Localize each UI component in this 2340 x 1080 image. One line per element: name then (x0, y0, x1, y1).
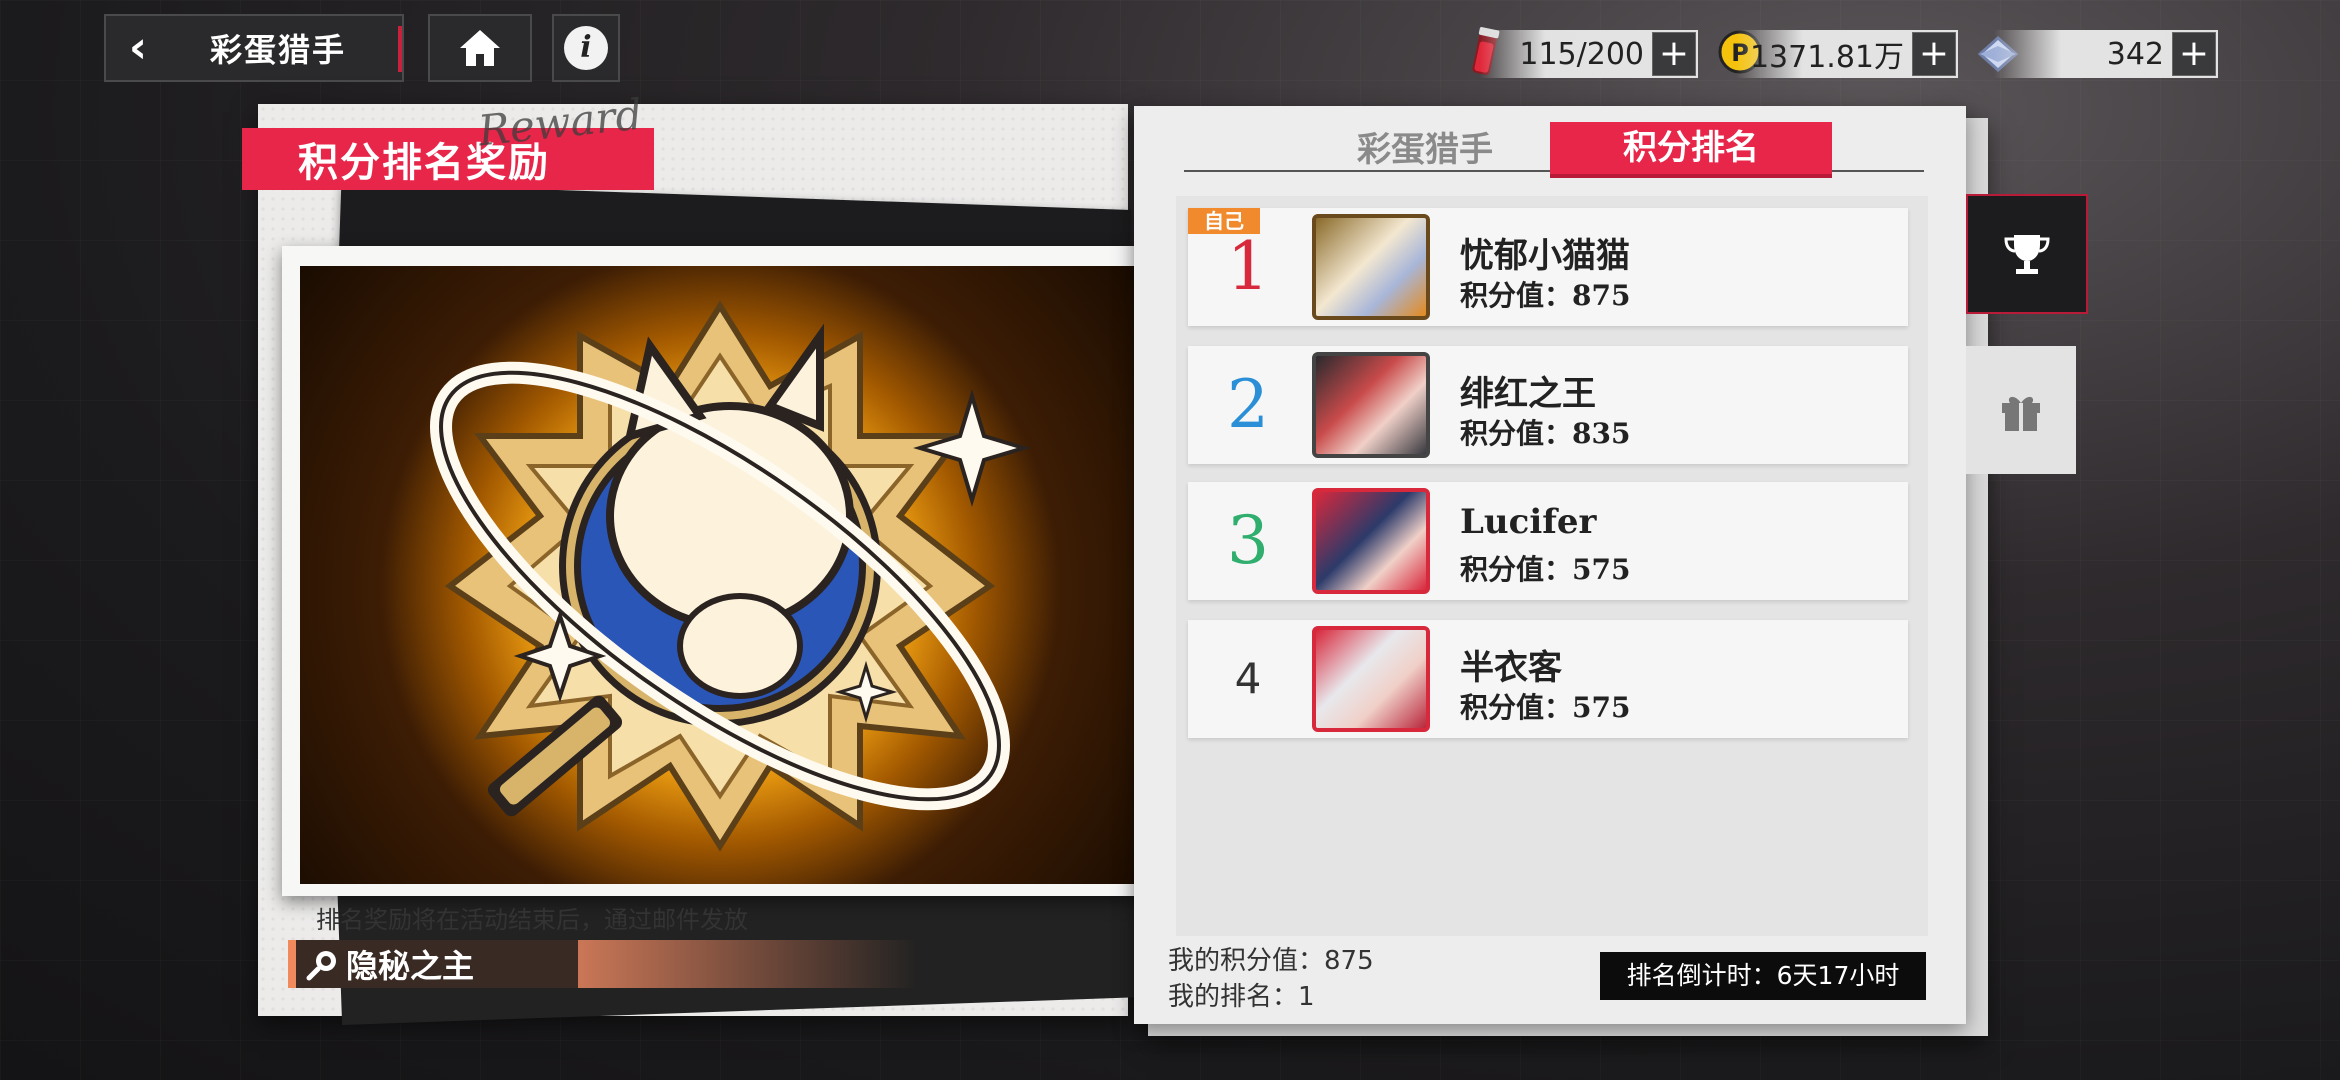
add-stamina-button[interactable]: + (1652, 32, 1696, 76)
coins-bar: 1371.81万 + (1736, 30, 1958, 78)
home-button[interactable] (428, 14, 532, 82)
rank-number: 1 (1227, 228, 1269, 305)
my-rank: 我的排名：1 (1168, 982, 1315, 1012)
side-tab-ranking[interactable] (1966, 194, 2088, 314)
add-gems-button[interactable]: + (2172, 32, 2216, 76)
chevron-left-icon: ‹ (128, 22, 148, 73)
avatar (1312, 352, 1430, 458)
player-name: 忧郁小猫猫 (1460, 236, 1630, 276)
gems-bar: 342 + (1994, 30, 2218, 78)
player-name: 半衣客 (1460, 648, 1562, 688)
gift-icon (2002, 396, 2040, 431)
reward-name-tag[interactable]: 隐秘之主 (288, 940, 918, 988)
info-icon: i (564, 26, 608, 70)
page-title: 彩蛋猎手 (210, 31, 347, 69)
add-coins-button[interactable]: + (1912, 32, 1956, 76)
gems-value: 342 (2106, 36, 2164, 72)
title-accent (398, 26, 402, 72)
coins-value: 1371.81万 (1749, 40, 1904, 75)
avatar (1312, 626, 1430, 732)
tab-score-ranking[interactable]: 积分排名 (1550, 122, 1832, 174)
side-tab-rewards[interactable] (1966, 346, 2076, 474)
player-score: 积分值：575 (1460, 553, 1631, 586)
reward-badge-image (300, 266, 1140, 884)
ranking-row[interactable]: 4 半衣客 积分值：575 (1188, 620, 1908, 738)
ranking-countdown: 排名倒计时：6天17小时 (1600, 952, 1926, 1000)
ranking-row[interactable]: 自己 1 忧郁小猫猫 积分值：875 (1188, 208, 1908, 326)
player-name: Lucifer (1460, 502, 1597, 542)
avatar (1312, 488, 1430, 594)
rank-number: 4 (1234, 654, 1262, 703)
magnifier-badge-icon (430, 300, 1031, 852)
rank-number: 3 (1227, 502, 1269, 579)
tab-egg-hunter[interactable]: 彩蛋猎手 (1340, 124, 1510, 176)
stamina-bar: 115/200 + (1480, 30, 1698, 78)
ranking-row[interactable]: 2 绯红之王 积分值：835 (1188, 346, 1908, 464)
avatar (1312, 214, 1430, 320)
player-score: 积分值：575 (1460, 691, 1631, 724)
my-score: 我的积分值：875 (1168, 946, 1374, 976)
info-button[interactable]: i (552, 14, 620, 82)
search-icon (306, 951, 336, 981)
reward-name: 隐秘之主 (346, 947, 475, 985)
reward-note: 排名奖励将在活动结束后，通过邮件发放 (316, 906, 748, 934)
home-icon (460, 30, 500, 66)
rank-number: 2 (1227, 366, 1269, 443)
player-name: 绯红之王 (1460, 374, 1596, 414)
trophy-icon (2004, 235, 2050, 274)
player-score: 积分值：875 (1460, 279, 1631, 312)
ranking-row[interactable]: 3 Lucifer 积分值：575 (1188, 482, 1908, 600)
player-score: 积分值：835 (1460, 417, 1631, 450)
back-button[interactable]: ‹ 彩蛋猎手 (104, 14, 404, 82)
stamina-value: 115/200 (1519, 36, 1644, 72)
